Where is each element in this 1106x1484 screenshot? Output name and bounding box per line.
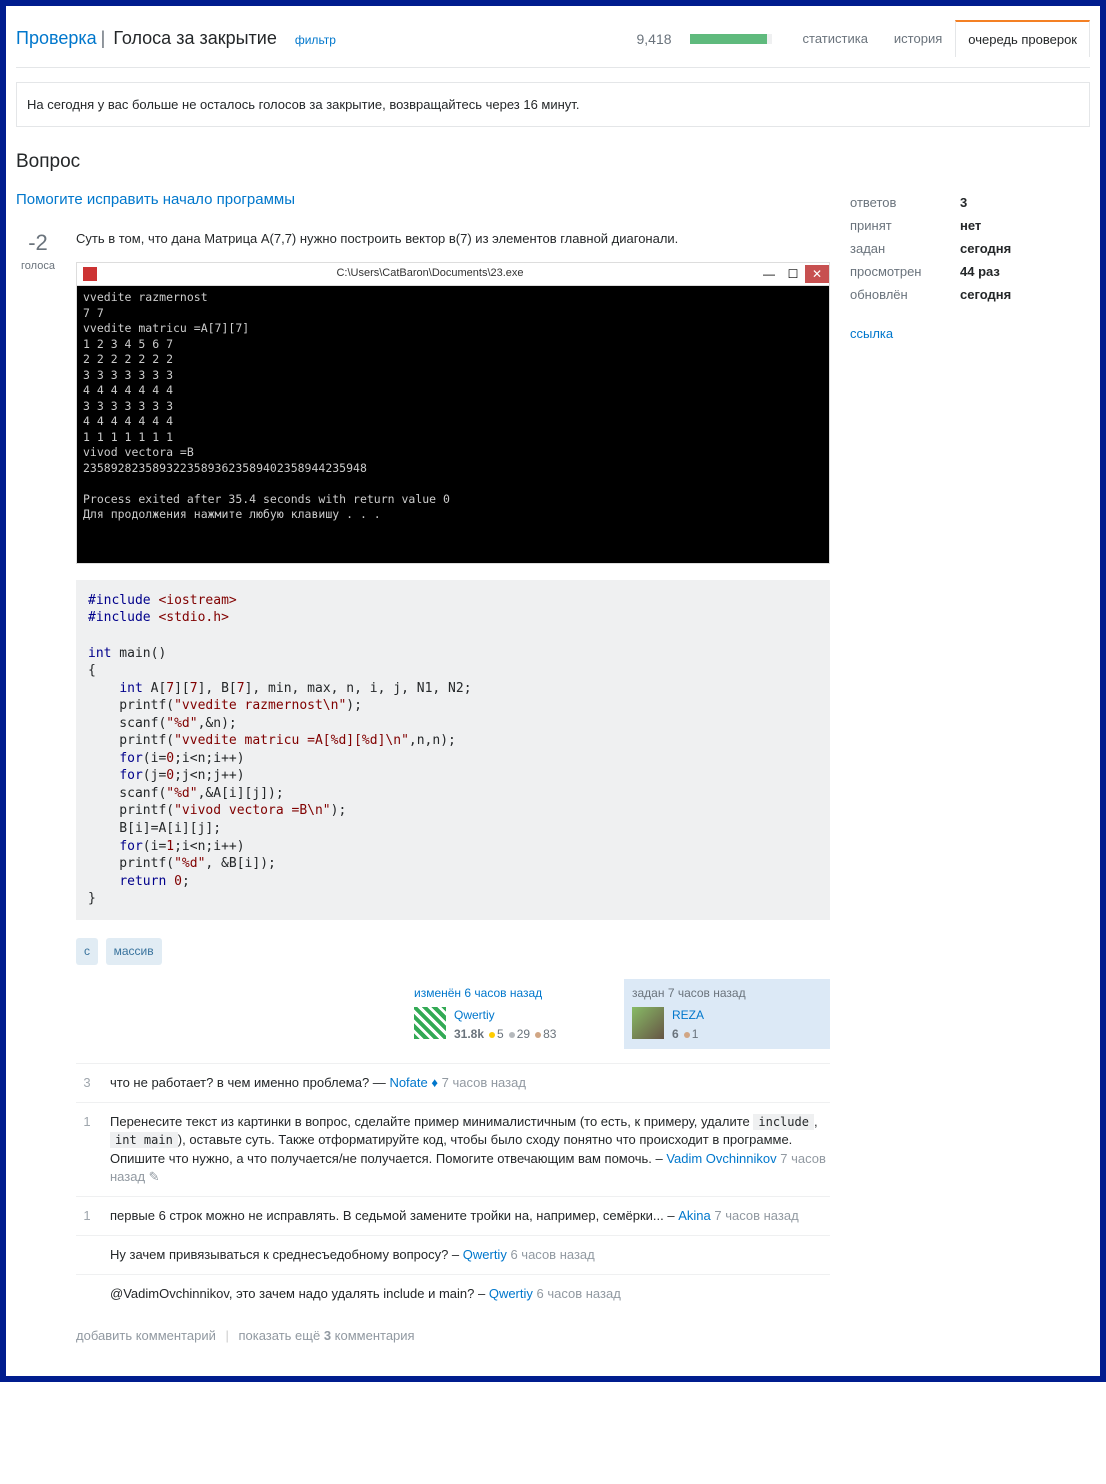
add-comment-link[interactable]: добавить комментарий [76, 1328, 216, 1343]
breadcrumb-sep: | [101, 28, 106, 49]
breadcrumb-review[interactable]: Проверка [16, 28, 97, 49]
asked-signature: задан 7 часов назад REZA 61 [624, 979, 830, 1049]
comment: 1первые 6 строк можно не исправлять. В с… [76, 1196, 830, 1235]
screenshot: C:\Users\CatBaron\Documents\23.exe — ☐ ✕… [76, 262, 830, 564]
close-icon: ✕ [805, 265, 829, 283]
window-title: C:\Users\CatBaron\Documents\23.exe [103, 266, 757, 281]
comment-user[interactable]: Qwertiy [489, 1286, 533, 1301]
app-icon [83, 267, 97, 281]
comment: 1Перенесите текст из картинки в вопрос, … [76, 1102, 830, 1196]
section-heading: Вопрос [16, 151, 1090, 173]
comment-user[interactable]: Akina [678, 1208, 711, 1223]
avatar[interactable] [414, 1007, 446, 1039]
vote-score: -2 [16, 230, 60, 256]
tag-c[interactable]: c [76, 938, 98, 965]
comment-user[interactable]: Nofate [389, 1075, 427, 1090]
comment: @VadimOvchinnikov, это зачем надо удалят… [76, 1274, 830, 1313]
editor-name[interactable]: Qwertiy [454, 1007, 556, 1024]
edited-action[interactable]: изменён 6 часов назад [414, 985, 604, 1002]
page-title: Голоса за закрытие [113, 28, 277, 49]
maximize-icon: ☐ [781, 265, 805, 283]
filter-link[interactable]: фильтр [295, 33, 336, 47]
show-more-comments-link[interactable]: показать ещё 3 комментария [238, 1328, 414, 1343]
tag-array[interactable]: массив [106, 938, 162, 965]
comment-user[interactable]: Vadim Ovchinnikov [666, 1151, 776, 1166]
comment: Ну зачем привязываться к среднесъедобном… [76, 1235, 830, 1274]
question-text: Суть в том, что дана Матрица A(7,7) нужн… [76, 230, 830, 248]
vote-label: голоса [16, 260, 60, 272]
comment-user[interactable]: Qwertiy [463, 1247, 507, 1262]
tab-queue[interactable]: очередь проверок [955, 20, 1090, 57]
asked-action: задан 7 часов назад [632, 985, 822, 1002]
rep-count: 9,418 [636, 31, 671, 47]
tab-stats[interactable]: статистика [790, 20, 881, 56]
tab-history[interactable]: история [881, 20, 955, 56]
permalink[interactable]: ссылка [850, 326, 893, 341]
avatar[interactable] [632, 1007, 664, 1039]
question-title-link[interactable]: Помогите исправить начало программы [16, 191, 830, 208]
comment: 3что не работает? в чем именно проблема?… [76, 1063, 830, 1102]
minimize-icon: — [757, 265, 781, 283]
edited-signature: изменён 6 часов назад Qwertiy 31.8k52983 [406, 979, 612, 1049]
author-name[interactable]: REZA [672, 1007, 704, 1024]
notice-banner: На сегодня у вас больше не осталось голо… [16, 82, 1090, 127]
terminal-output: vvedite razmernost 7 7 vvedite matricu =… [77, 286, 829, 563]
question-stats: ответов3 принятнет задансегодня просмотр… [850, 191, 1090, 306]
progress-bar [690, 34, 772, 44]
code-block: #include <iostream> #include <stdio.h> i… [76, 580, 830, 920]
